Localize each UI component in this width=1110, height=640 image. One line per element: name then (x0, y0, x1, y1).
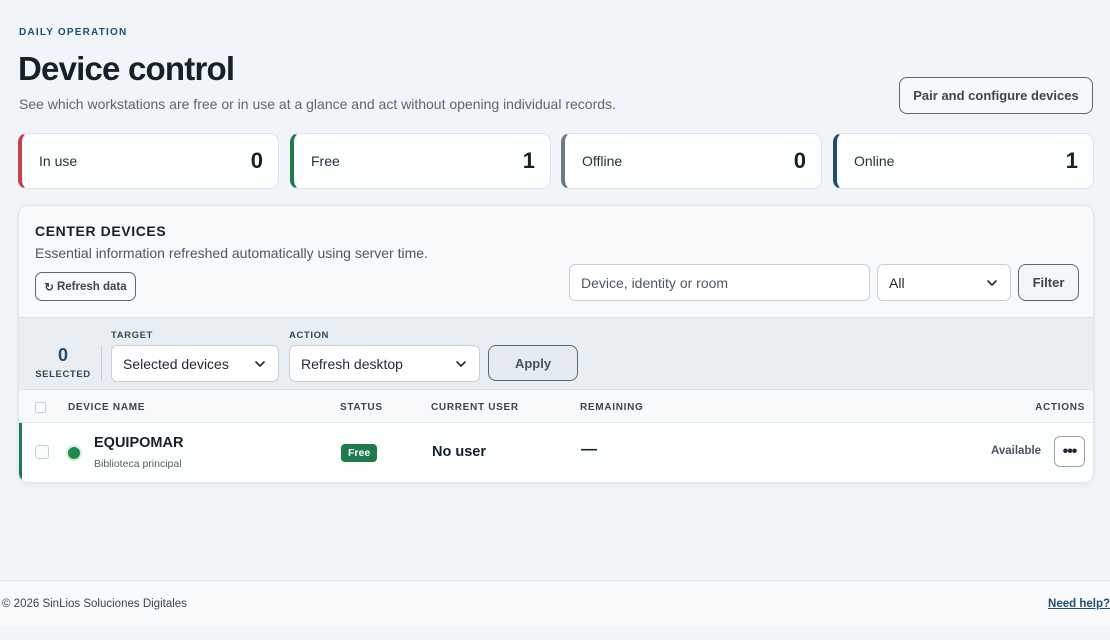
column-status[interactable]: STATUS (340, 402, 383, 413)
stat-card-offline: Offline 0 (561, 133, 822, 189)
copyright-text: © 2026 SinLios Soluciones Digitales (2, 598, 187, 610)
apply-button[interactable]: Apply (488, 345, 578, 381)
stat-value: 0 (793, 148, 806, 173)
current-user: No user (432, 444, 486, 460)
select-all-checkbox[interactable] (35, 402, 46, 413)
stat-label: Online (854, 153, 895, 169)
more-dots-icon: ••• (1062, 442, 1078, 460)
table-header: DEVICE NAME STATUS CURRENT USER REMAININ… (19, 391, 1093, 423)
remaining-time: — (581, 441, 597, 458)
stat-value: 1 (522, 148, 535, 173)
status-filter-value: All (889, 274, 905, 291)
target-select[interactable]: Selected devices (111, 345, 279, 382)
stat-value: 0 (250, 148, 263, 173)
page-title: Device control (18, 50, 235, 87)
divider (101, 346, 102, 381)
stat-card-online: Online 1 (833, 133, 1094, 189)
refresh-data-button[interactable]: ↻ Refresh data (35, 272, 136, 301)
row-checkbox[interactable] (35, 445, 49, 459)
panel-description: Essential information refreshed automati… (35, 245, 428, 261)
table-row[interactable]: EQUIPOMAR Biblioteca principal Free No u… (19, 423, 1093, 482)
device-name: EQUIPOMAR (94, 435, 184, 451)
target-label: TARGET (111, 330, 153, 341)
status-badge: Free (341, 444, 378, 462)
refresh-icon: ↻ (44, 281, 54, 294)
device-room: Biblioteca principal (94, 458, 182, 470)
need-help-link[interactable]: Need help? (1048, 598, 1110, 610)
selected-label: SELECTED (35, 369, 91, 380)
action-select-value: Refresh desktop (301, 355, 403, 372)
chevron-down-icon (255, 360, 265, 367)
page-eyebrow: DAILY OPERATION (19, 27, 128, 38)
column-actions: ACTIONS (1035, 402, 1085, 413)
bulk-action-bar: 0 SELECTED TARGET Selected devices ACTIO… (19, 317, 1093, 390)
target-select-value: Selected devices (123, 355, 229, 372)
action-select[interactable]: Refresh desktop (289, 345, 480, 382)
page-subtitle: See which workstations are free or in us… (19, 96, 616, 112)
action-label: ACTION (289, 330, 330, 341)
stat-label: Offline (582, 153, 623, 169)
stat-card-in-use: In use 0 (18, 133, 279, 189)
online-status-dot (68, 447, 80, 459)
column-device-name[interactable]: DEVICE NAME (68, 402, 145, 413)
panel-title: CENTER DEVICES (35, 223, 167, 239)
stat-label: Free (311, 153, 340, 169)
chevron-down-icon (456, 360, 466, 367)
more-actions-button[interactable]: ••• (1054, 436, 1085, 467)
status-filter-select[interactable]: All (877, 264, 1011, 301)
column-current-user[interactable]: CURRENT USER (431, 402, 519, 413)
stat-card-free: Free 1 (290, 133, 551, 189)
availability-text: Available (991, 445, 1042, 457)
center-devices-panel: CENTER DEVICES Essential information ref… (18, 205, 1094, 483)
selected-count: 0 (57, 345, 68, 365)
stat-label: In use (39, 153, 78, 169)
filter-button[interactable]: Filter (1018, 264, 1079, 301)
refresh-data-label: Refresh data (56, 280, 127, 293)
pair-configure-devices-button[interactable]: Pair and configure devices (899, 77, 1093, 114)
device-search-input[interactable] (569, 264, 870, 301)
column-remaining[interactable]: REMAINING (580, 402, 644, 413)
footer: © 2026 SinLios Soluciones Digitales Need… (0, 580, 1110, 626)
stat-value: 1 (1065, 148, 1078, 173)
chevron-down-icon (987, 279, 997, 286)
